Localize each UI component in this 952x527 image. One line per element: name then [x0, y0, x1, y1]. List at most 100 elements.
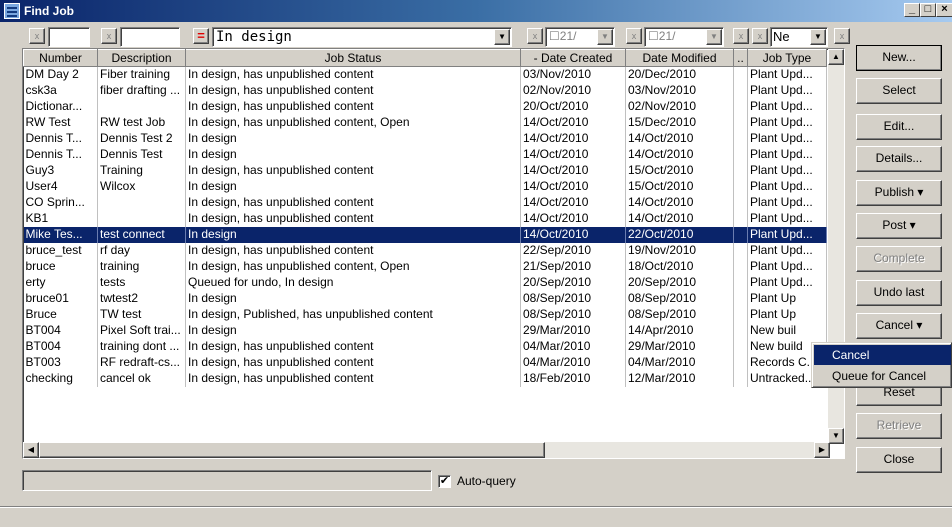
table-row[interactable]: BT004 training dont ... In design, has unp… [23, 338, 827, 355]
maximize-button[interactable]: □ [920, 3, 936, 17]
table-row[interactable]: Bruce TW test In design, Published, has un… [23, 306, 827, 323]
table-cell: CO Sprin... [23, 194, 98, 211]
table-cell: Plant Upd... [747, 258, 827, 275]
table-row[interactable]: DM Day 2 Fiber training In design, has unp… [23, 66, 827, 83]
table-row[interactable]: bruce01 twtest2 In design 08/Sep/2010 08/Sep… [23, 290, 827, 307]
table-cell: Plant Upd... [747, 162, 827, 179]
table-cell: In design [185, 146, 521, 163]
table-cell: Plant Upd... [747, 66, 827, 83]
table-row[interactable]: checking cancel ok In design, has unpublis… [23, 370, 827, 387]
table-row[interactable]: KB1 In design, has unpublished content 14/… [23, 210, 827, 227]
close-window-button[interactable]: × [936, 3, 952, 17]
post-button[interactable]: Post ▾ [856, 213, 942, 239]
table-cell: 18/Oct/2010 [625, 258, 734, 275]
jobs-grid[interactable]: Number Description Job Status - Date Create… [22, 48, 845, 459]
table-cell: 14/Oct/2010 [520, 114, 626, 131]
column-header[interactable]: .. [733, 49, 748, 67]
clear-date-created-filter-button[interactable]: x [527, 28, 543, 44]
table-row[interactable]: BT004 Pixel Soft trai... In design 29/Mar/2… [23, 322, 827, 339]
table-cell: 14/Apr/2010 [625, 322, 734, 339]
horizontal-scrollbar[interactable]: ◀ ▶ [23, 442, 830, 458]
table-row[interactable]: csk3a fiber drafting ... In design, has un… [23, 82, 827, 99]
status-operator-button[interactable]: = [193, 28, 209, 44]
table-row[interactable]: BT003 RF redraft-cs... In design, has unpu… [23, 354, 827, 371]
job-type-filter-input[interactable]: Ne ▼ [770, 27, 828, 47]
auto-query-checkbox[interactable]: ✔ [438, 475, 451, 488]
table-row[interactable]: CO Sprin... In design, has unpublished co… [23, 194, 827, 211]
cancel-menu-button[interactable]: Cancel ▾ [856, 313, 942, 339]
details-button[interactable]: Details... [856, 146, 942, 172]
table-cell: TW test [97, 306, 186, 323]
edit-button[interactable]: Edit... [856, 114, 942, 140]
table-cell: 03/Nov/2010 [520, 66, 626, 83]
minimize-button[interactable]: _ [904, 3, 920, 17]
column-header[interactable]: Job Type [747, 49, 827, 67]
date-created-dropdown-arrow-icon[interactable]: ▼ [597, 29, 613, 45]
table-cell: 18/Feb/2010 [520, 370, 626, 387]
table-row[interactable]: erty tests Queued for undo, In design 20/Se… [23, 274, 827, 291]
table-cell: 04/Mar/2010 [520, 354, 626, 371]
close-button[interactable]: Close [856, 447, 942, 473]
clear-description-filter-button[interactable]: x [101, 28, 117, 44]
column-header[interactable]: - Date Created [520, 49, 626, 67]
clear-date-modified-filter-button[interactable]: x [626, 28, 642, 44]
job-type-dropdown-arrow-icon[interactable]: ▼ [810, 29, 826, 45]
table-cell: RF redraft-cs... [97, 354, 186, 371]
column-header[interactable]: Job Status [185, 49, 521, 67]
clear-last-filter-button[interactable]: x [834, 28, 850, 44]
new-button[interactable]: New... [856, 45, 942, 71]
scroll-left-arrow-icon[interactable]: ◀ [23, 442, 39, 458]
table-row[interactable]: RW Test RW test Job In design, has unpubli… [23, 114, 827, 131]
column-header[interactable]: Date Modified [625, 49, 734, 67]
table-cell: Plant Upd... [747, 146, 827, 163]
clear-number-filter-button[interactable]: x [29, 28, 45, 44]
select-button[interactable]: Select [856, 78, 942, 104]
horizontal-scroll-thumb[interactable] [39, 442, 545, 458]
table-cell: In design, Published, has unpublished co… [185, 306, 521, 323]
table-cell: RW test Job [97, 114, 186, 131]
date-modified-filter-input[interactable]: ☐21/ ▼ [644, 27, 724, 47]
table-row[interactable]: Dictionar... In design, has unpublished c… [23, 98, 827, 115]
table-row[interactable]: bruce_test rf day In design, has unpublish… [23, 242, 827, 259]
table-cell [733, 290, 748, 307]
undo-last-button[interactable]: Undo last [856, 280, 942, 306]
table-cell: RW Test [23, 114, 98, 131]
table-cell: 08/Sep/2010 [625, 290, 734, 307]
calendar-checkbox-icon: ☐ [648, 29, 659, 43]
job-status-filter-input[interactable]: In design ▼ [212, 27, 512, 47]
job-status-dropdown-arrow-icon[interactable]: ▼ [494, 29, 510, 45]
table-cell: 14/Oct/2010 [520, 194, 626, 211]
scroll-right-arrow-icon[interactable]: ▶ [814, 442, 830, 458]
job-type-filter-value: Ne [773, 29, 790, 44]
table-cell [733, 146, 748, 163]
table-row[interactable]: Mike Tes... test connect In design 14/Oct/2… [23, 226, 827, 243]
clear-extra-filter-button[interactable]: x [733, 28, 749, 44]
table-cell: In design, has unpublished content [185, 82, 521, 99]
publish-button[interactable]: Publish ▾ [856, 180, 942, 206]
date-modified-dropdown-arrow-icon[interactable]: ▼ [706, 29, 722, 45]
clear-job-type-filter-button[interactable]: x [752, 28, 768, 44]
menu-item-cancel[interactable]: Cancel [814, 345, 951, 365]
table-cell: Mike Tes... [23, 226, 98, 243]
scroll-up-arrow-icon[interactable]: ▲ [828, 49, 844, 65]
table-row[interactable]: Dennis T... Dennis Test 2 In design 14/Oct/… [23, 130, 827, 147]
table-cell: bruce01 [23, 290, 98, 307]
column-header[interactable]: Number [23, 49, 98, 67]
menu-item-queue-for-cancel[interactable]: Queue for Cancel [814, 366, 951, 386]
retrieve-button[interactable]: Retrieve [856, 413, 942, 439]
number-filter-input[interactable] [48, 27, 90, 47]
date-created-filter-input[interactable]: ☐21/ ▼ [545, 27, 615, 47]
column-header[interactable]: Description [97, 49, 186, 67]
table-row[interactable]: bruce training In design, has unpublished … [23, 258, 827, 275]
table-row[interactable]: User4 Wilcox In design 14/Oct/2010 15/Oct/20… [23, 178, 827, 195]
table-cell: Dennis T... [23, 130, 98, 147]
table-cell: DM Day 2 [23, 66, 98, 83]
table-cell [733, 162, 748, 179]
table-row[interactable]: Guy3 Training In design, has unpublished c… [23, 162, 827, 179]
complete-button[interactable]: Complete [856, 246, 942, 272]
table-cell: 14/Oct/2010 [625, 146, 734, 163]
table-row[interactable]: Dennis T... Dennis Test In design 14/Oct/20… [23, 146, 827, 163]
table-cell: Dennis T... [23, 146, 98, 163]
description-filter-input[interactable] [120, 27, 180, 47]
scroll-down-arrow-icon[interactable]: ▼ [828, 428, 844, 444]
